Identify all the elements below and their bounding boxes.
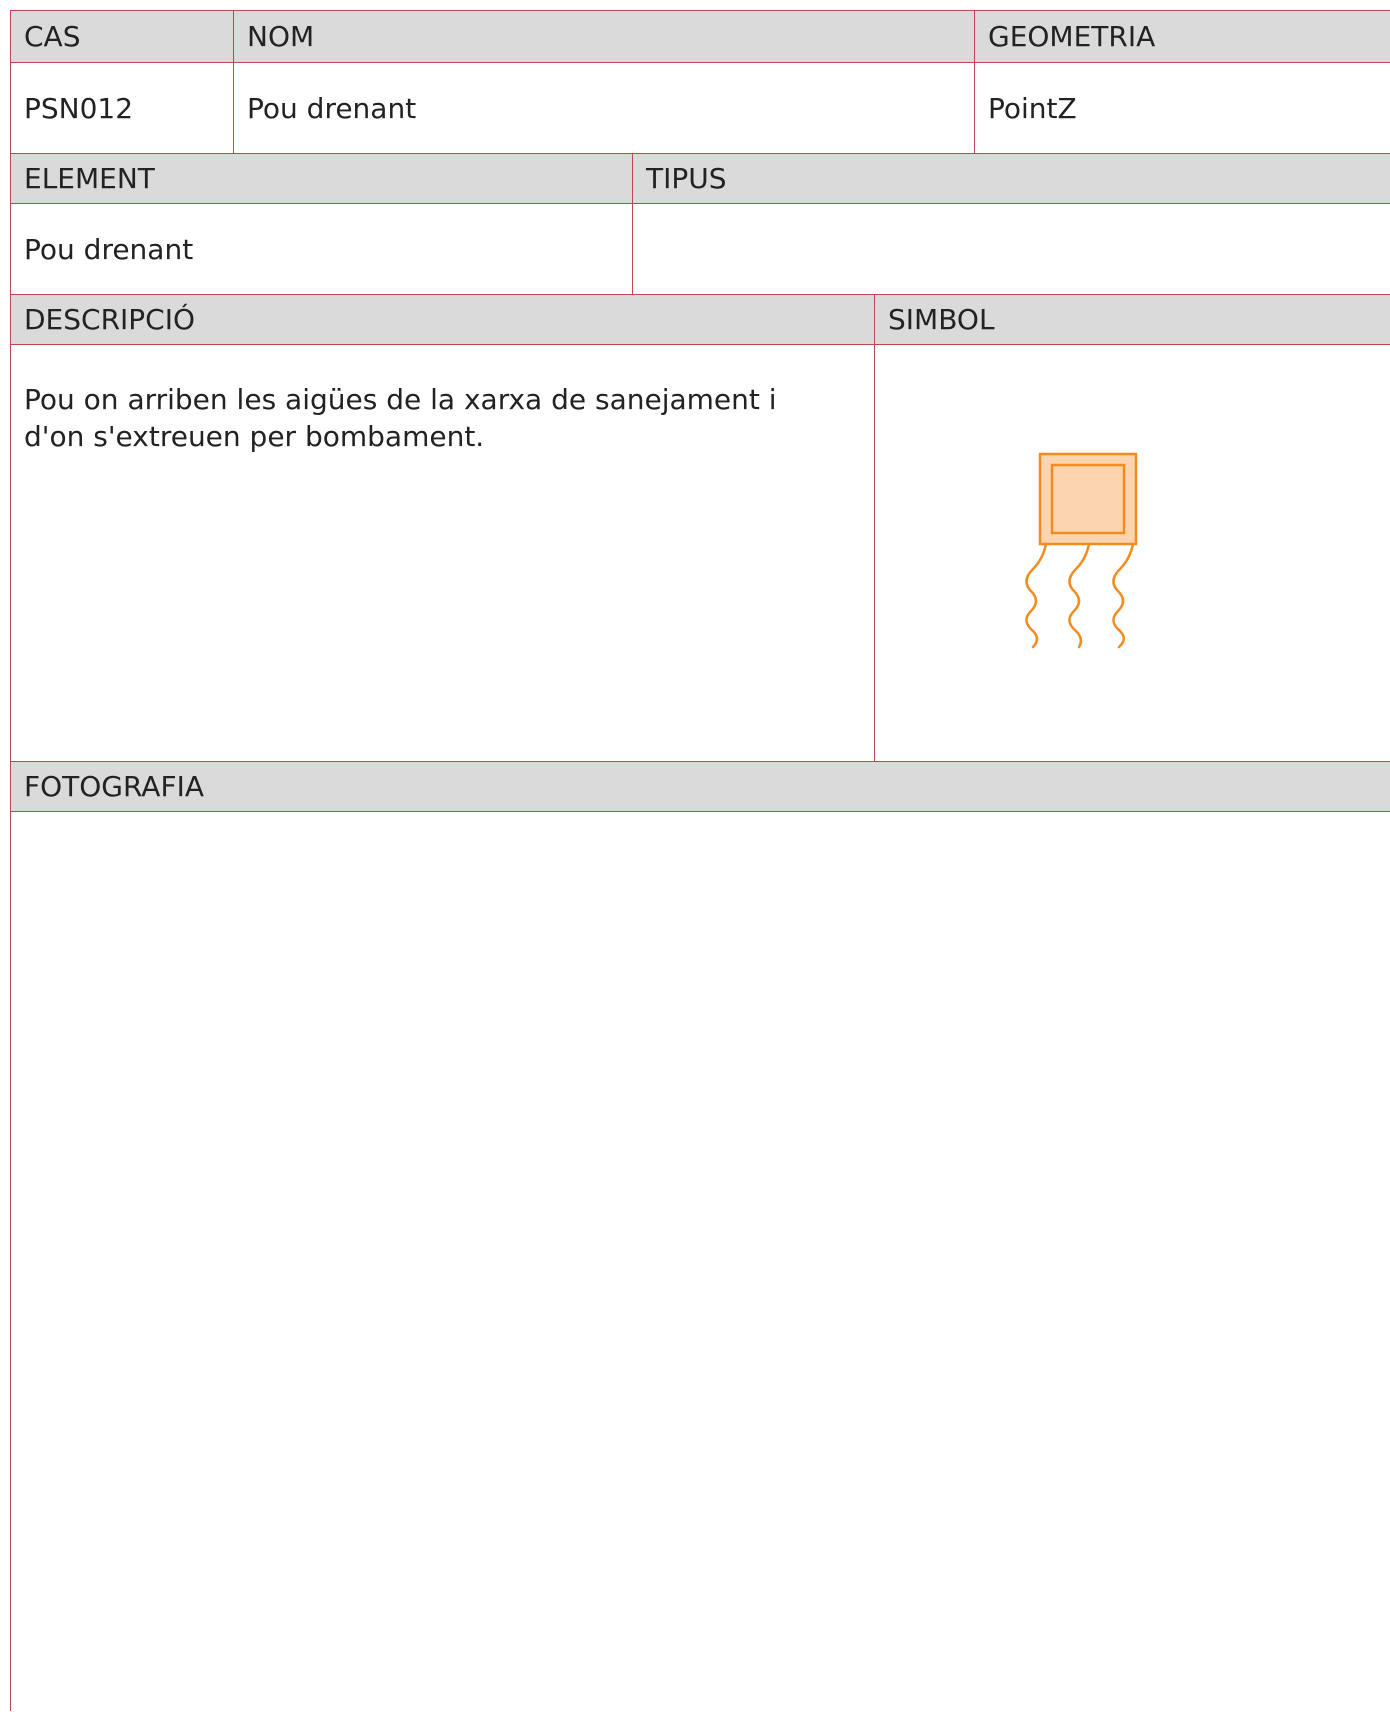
drainage-well-icon xyxy=(1025,452,1138,649)
nom-header: NOM xyxy=(234,11,975,63)
simbol-header: SIMBOL xyxy=(875,295,1390,345)
geometria-value: PointZ xyxy=(988,91,1077,125)
nom-value: Pou drenant xyxy=(247,91,417,125)
element-value: Pou drenant xyxy=(24,232,194,266)
descripcio-value-cell: Pou on arriben les aigües de la xarxa de… xyxy=(11,345,875,762)
nom-value-cell: Pou drenant xyxy=(234,63,975,154)
cas-label: CAS xyxy=(24,20,81,53)
cas-value-cell: PSN012 xyxy=(11,63,234,154)
fotografia-area xyxy=(11,812,1390,1712)
water-line-right xyxy=(1112,542,1135,649)
cas-value: PSN012 xyxy=(24,91,134,125)
descripcio-value: Pou on arriben les aigües de la xarxa de… xyxy=(24,383,777,453)
geometria-header: GEOMETRIA xyxy=(975,11,1390,63)
tipus-header: TIPUS xyxy=(633,154,1390,204)
water-line-left xyxy=(1025,542,1048,649)
geometria-value-cell: PointZ xyxy=(975,63,1390,154)
cas-header: CAS xyxy=(11,11,234,63)
water-line-middle xyxy=(1068,542,1091,649)
element-header: ELEMENT xyxy=(11,154,633,204)
descripcio-label: DESCRIPCIÓ xyxy=(24,303,196,336)
fotografia-header: FOTOGRAFIA xyxy=(11,762,1390,812)
element-value-cell: Pou drenant xyxy=(11,204,633,295)
tipus-label: TIPUS xyxy=(646,162,727,195)
nom-label: NOM xyxy=(247,20,315,53)
tipus-value-cell xyxy=(633,204,1390,295)
well-inner-square xyxy=(1050,463,1126,535)
data-sheet: CAS NOM GEOMETRIA PSN012 Pou drenant Poi… xyxy=(10,10,1390,1712)
element-label: ELEMENT xyxy=(24,162,155,195)
simbol-value-cell xyxy=(875,345,1390,762)
descripcio-header: DESCRIPCIÓ xyxy=(11,295,875,345)
fotografia-label: FOTOGRAFIA xyxy=(24,770,204,803)
geometria-label: GEOMETRIA xyxy=(988,20,1156,53)
simbol-label: SIMBOL xyxy=(888,303,995,336)
